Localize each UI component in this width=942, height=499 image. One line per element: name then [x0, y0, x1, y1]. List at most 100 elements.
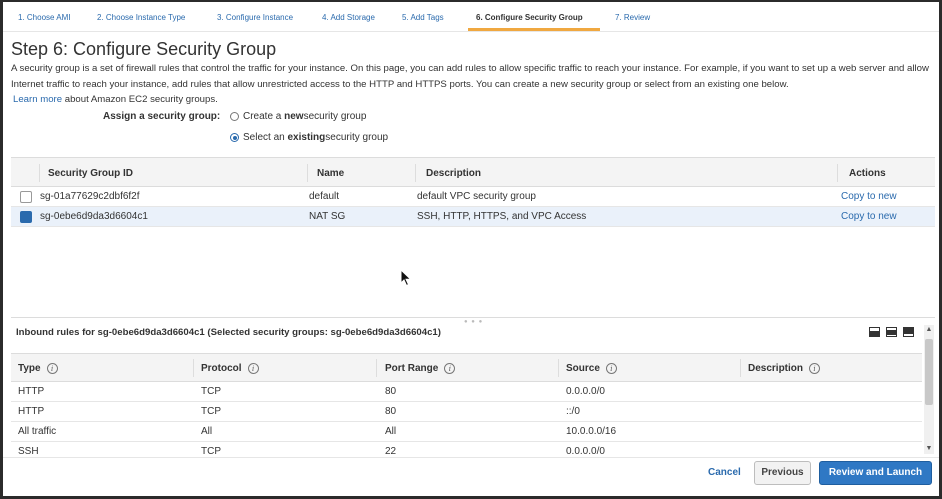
rule-protocol: TCP — [201, 386, 221, 397]
column-source: Source i — [566, 363, 617, 374]
security-group-name: default — [309, 191, 340, 202]
radio-new-suffix: security group — [303, 111, 367, 122]
radio-button-new[interactable] — [230, 112, 239, 121]
table-row: SSH TCP 22 0.0.0.0/0 — [11, 442, 922, 454]
radio-new-prefix: Create a — [243, 111, 282, 122]
panel-view-toggles — [869, 327, 914, 337]
radio-existing-suffix: security group — [325, 132, 389, 143]
previous-button[interactable]: Previous — [754, 461, 811, 485]
panel-half-icon[interactable] — [886, 327, 897, 337]
info-icon[interactable]: i — [809, 363, 821, 374]
assign-security-group-label: Assign a security group: — [103, 111, 221, 122]
info-icon[interactable]: i — [444, 363, 456, 374]
column-source-label: Source — [566, 363, 600, 374]
inbound-rules-header: Type i Protocol i Port Range i Source i Desc… — [11, 353, 922, 382]
rule-type: All traffic — [18, 426, 57, 437]
table-row: HTTP TCP 80 0.0.0.0/0 — [11, 382, 922, 402]
row-checkbox[interactable] — [20, 211, 32, 223]
column-type: Type i — [18, 363, 58, 374]
step-add-storage[interactable]: 4. Add Storage — [322, 13, 375, 22]
radio-existing-bold: existing — [287, 132, 326, 143]
radio-create-new[interactable]: Create a new security group — [230, 111, 366, 122]
column-name[interactable]: Name — [317, 168, 344, 179]
review-and-launch-button[interactable]: Review and Launch — [819, 461, 932, 485]
info-icon[interactable]: i — [247, 363, 259, 374]
rule-source: 0.0.0.0/0 — [566, 386, 605, 397]
scroll-down-icon[interactable]: ▼ — [924, 444, 934, 454]
footer-divider — [3, 457, 939, 458]
rule-type: HTTP — [18, 386, 45, 397]
security-group-description: SSH, HTTP, HTTPS, and VPC Access — [417, 211, 587, 222]
column-rule-description: Description i — [748, 363, 821, 374]
panel-splitter[interactable] — [11, 317, 935, 318]
splitter-handle-icon[interactable]: ● ● ● — [464, 319, 483, 325]
column-protocol-label: Protocol — [201, 363, 242, 374]
step-configure-security-group[interactable]: 6. Configure Security Group — [476, 13, 583, 22]
intro-text: A security group is a set of firewall ru… — [11, 63, 929, 90]
column-separator — [415, 164, 416, 182]
step-configure-instance[interactable]: 3. Configure Instance — [217, 13, 293, 22]
step-choose-ami[interactable]: 1. Choose AMI — [18, 13, 70, 22]
rule-port-range: All — [385, 426, 397, 437]
info-icon[interactable]: i — [605, 363, 617, 374]
security-group-id: sg-01a77629c2dbf6f2f — [40, 191, 140, 202]
column-actions: Actions — [849, 168, 886, 179]
column-rule-description-label: Description — [748, 363, 804, 374]
table-row: HTTP TCP 80 ::/0 — [11, 402, 922, 422]
mouse-cursor-icon — [400, 269, 412, 287]
column-port-range-label: Port Range — [385, 363, 439, 374]
learn-more-link[interactable]: Learn more — [13, 94, 62, 105]
column-separator — [193, 359, 194, 377]
table-row[interactable]: sg-01a77629c2dbf6f2f default default VPC… — [11, 187, 935, 207]
column-separator — [558, 359, 559, 377]
rule-type: HTTP — [18, 406, 45, 417]
column-separator — [39, 164, 40, 182]
rule-port-range: 80 — [385, 386, 397, 397]
page-title: Step 6: Configure Security Group — [11, 39, 277, 59]
copy-to-new-link[interactable]: Copy to new — [841, 191, 897, 202]
column-separator — [740, 359, 741, 377]
row-checkbox[interactable] — [20, 191, 32, 203]
column-separator — [837, 164, 838, 182]
ec2-launch-wizard: 1. Choose AMI 2. Choose Instance Type 3.… — [3, 2, 939, 496]
copy-to-new-link[interactable]: Copy to new — [841, 211, 897, 222]
panel-maximize-icon[interactable] — [903, 327, 914, 337]
rule-protocol: All — [201, 426, 213, 437]
radio-select-existing[interactable]: Select an existing security group — [230, 132, 388, 143]
page-intro: A security group is a set of firewall ru… — [11, 61, 931, 108]
security-groups-table: Security Group ID Name Description Actio… — [11, 157, 935, 227]
rule-protocol: TCP — [201, 406, 221, 417]
rule-type: SSH — [18, 446, 39, 454]
scrollbar-thumb[interactable] — [925, 339, 933, 405]
column-security-group-id[interactable]: Security Group ID — [48, 168, 133, 179]
column-protocol: Protocol i — [201, 363, 259, 374]
learn-more-suffix: about Amazon EC2 security groups. — [64, 94, 218, 105]
step-review[interactable]: 7. Review — [615, 13, 650, 22]
info-icon[interactable]: i — [46, 363, 58, 374]
security-groups-table-header: Security Group ID Name Description Actio… — [11, 157, 935, 187]
column-type-label: Type — [18, 363, 41, 374]
inbound-rules-scrollbar[interactable]: ▲ ▼ — [924, 325, 934, 454]
table-row: All traffic All All 10.0.0.0/16 — [11, 422, 922, 442]
rule-source: 10.0.0.0/16 — [566, 426, 617, 437]
radio-new-bold: new — [284, 111, 304, 122]
security-group-id: sg-0ebe6d9da3d6604c1 — [40, 211, 148, 222]
column-separator — [376, 359, 377, 377]
step-choose-instance-type[interactable]: 2. Choose Instance Type — [97, 13, 185, 22]
column-port-range: Port Range i — [385, 363, 456, 374]
wizard-steps: 1. Choose AMI 2. Choose Instance Type 3.… — [3, 2, 939, 32]
active-step-indicator — [468, 28, 600, 31]
security-group-description: default VPC security group — [417, 191, 536, 202]
inbound-rules-table: Type i Protocol i Port Range i Source i Desc… — [11, 353, 922, 454]
step-add-tags[interactable]: 5. Add Tags — [402, 13, 444, 22]
column-description[interactable]: Description — [426, 168, 481, 179]
table-row[interactable]: sg-0ebe6d9da3d6604c1 NAT SG SSH, HTTP, H… — [11, 207, 935, 227]
radio-button-existing[interactable] — [230, 133, 239, 142]
rule-source: 0.0.0.0/0 — [566, 446, 605, 454]
panel-minimize-icon[interactable] — [869, 327, 880, 337]
column-separator — [307, 164, 308, 182]
cancel-button[interactable]: Cancel — [708, 467, 741, 478]
scroll-up-icon[interactable]: ▲ — [924, 325, 934, 335]
rule-protocol: TCP — [201, 446, 221, 454]
radio-existing-prefix: Select an — [243, 132, 285, 143]
